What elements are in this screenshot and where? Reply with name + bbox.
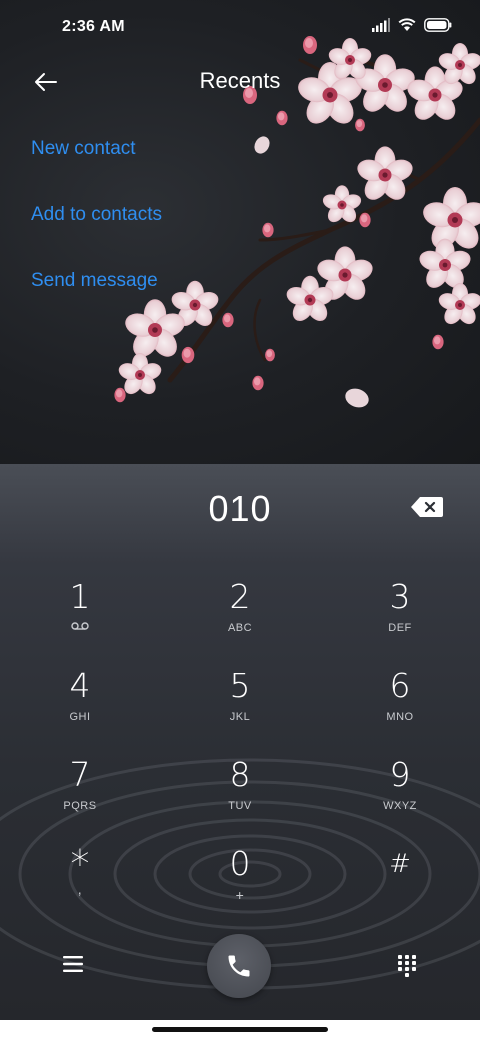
status-time: 2:36 AM [62,18,125,35]
key-4[interactable]: 4 GHI [20,667,140,747]
key-6[interactable]: 6 MNO [340,667,460,747]
dialer-panel: 010 1 2 ABC 3 DEF 4 GHI 5 JKL 6 MNO 7 PQ… [0,464,480,1020]
status-icons [372,18,452,32]
key-digit: 1 [69,577,91,616]
key-letters: MNO [386,711,414,723]
key-digit: 8 [229,755,251,794]
key-letters: ABC [227,622,253,634]
key-digit: 2 [229,577,251,616]
signal-icon [372,18,390,32]
key-7[interactable]: 7 PQRS [20,756,140,836]
key-letters: DEF [388,622,412,634]
key-digit: 4 [69,666,91,705]
header: Recents [0,60,480,104]
key-digit: 3 [389,577,411,616]
key-letters: TUV [228,800,252,812]
key-digit: * [70,842,90,886]
key-star[interactable]: * , [20,845,140,925]
voicemail-icon [71,622,89,630]
key-2[interactable]: 2 ABC [180,578,300,658]
key-9[interactable]: 9 WXYZ [340,756,460,836]
key-3[interactable]: 3 DEF [340,578,460,658]
key-1[interactable]: 1 [20,578,140,658]
key-digit: 9 [389,755,411,794]
page-title: Recents [199,68,281,93]
dialpad-icon[interactable] [396,954,418,978]
phone-icon [228,955,250,977]
key-digit: 7 [69,755,91,794]
key-digit: # [389,849,411,879]
key-digit: 0 [229,844,251,883]
key-5[interactable]: 5 JKL [180,667,300,747]
battery-icon [424,18,452,32]
key-0[interactable]: 0 + [180,845,300,925]
key-letters: GHI [69,711,91,723]
navigation-bar [0,1020,480,1040]
backspace-icon[interactable] [410,495,444,519]
key-8[interactable]: 8 TUV [180,756,300,836]
key-letters: JKL [229,711,251,723]
key-letters: PQRS [63,800,97,812]
wallpaper-area: 2:36 AM Recents New contact Add to conta… [0,0,480,464]
call-button[interactable] [207,934,271,998]
add-to-contacts-link[interactable]: Add to contacts [31,204,162,226]
key-letters: , [77,881,83,897]
wifi-icon [398,18,416,31]
dialed-number: 010 [208,488,272,529]
send-message-link[interactable]: Send message [31,270,158,292]
key-digit: 5 [229,666,251,705]
key-hash[interactable]: # [340,845,460,925]
home-indicator[interactable] [152,1027,328,1032]
key-letters: + [235,887,245,903]
menu-icon[interactable] [62,954,84,974]
key-digit: 6 [389,666,411,705]
key-letters: WXYZ [383,800,417,812]
status-bar: 2:36 AM [0,0,480,56]
new-contact-link[interactable]: New contact [31,138,136,160]
